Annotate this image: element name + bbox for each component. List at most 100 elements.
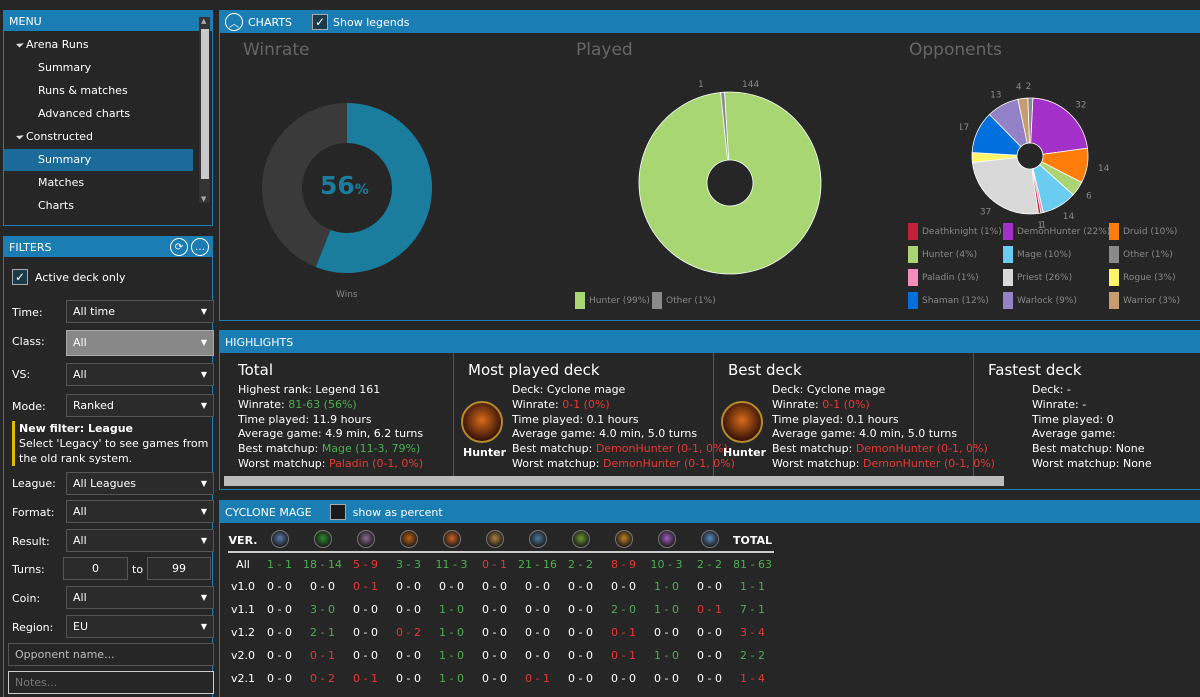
legend-label: Deathknight (1%) [922, 226, 1002, 237]
table-row: v1.1 0 - 0 3 - 0 0 - 0 0 - 0 1 - 0 0 - 0 0 - 0 0… [228, 598, 774, 621]
legend-label: Shaman (12%) [922, 295, 989, 306]
warlock-icon [614, 529, 633, 548]
menu-item[interactable]: Matches [4, 172, 84, 194]
menu-item[interactable]: Summary [4, 57, 91, 79]
most-played-winrate-value: 0-1 (0%) [562, 397, 610, 411]
notes-input[interactable]: Notes... [8, 671, 214, 694]
total-best-matchup: Best matchup: Mage (11-3, 79%) [238, 442, 423, 457]
league-label: League: [12, 477, 56, 490]
highlights-scrollbar[interactable] [224, 476, 1004, 486]
turns-from-input[interactable]: 0 [63, 557, 128, 580]
vs-select[interactable]: All ▼ [66, 363, 214, 386]
active-deck-toggle[interactable]: ✓ Active deck only [12, 269, 125, 285]
mode-select[interactable]: Ranked ▼ [66, 394, 214, 417]
region-select[interactable]: EU ▼ [66, 615, 214, 638]
legend-item: Warrior (3%) [1109, 292, 1180, 309]
priest-icon [485, 529, 504, 548]
coin-select[interactable]: All ▼ [66, 586, 214, 609]
most-played-winrate-label: Winrate: [512, 397, 563, 411]
total-best-value: Mage (11-3, 79%) [321, 442, 421, 456]
version-cell: v1.2 [230, 626, 255, 639]
format-value: All [73, 505, 87, 518]
chevron-down-icon: ▼ [200, 507, 207, 516]
matchup-cell: 0 - 0 [697, 626, 722, 639]
class-select[interactable]: All ▼ [66, 330, 214, 356]
menu-item[interactable]: Runs & matches [4, 80, 128, 102]
league-select[interactable]: All Leagues ▼ [66, 472, 214, 495]
turns-to-label: to [132, 563, 144, 576]
active-deck-checkbox[interactable]: ✓ [12, 269, 28, 285]
most-played-worst: Worst matchup: DemonHunter (0-1, 0%) [512, 457, 735, 472]
collapse-icon[interactable]: ︿ [225, 13, 243, 31]
matchup-cell: 3 - 4 [740, 626, 765, 639]
most-played-deck: Deck: Cyclone mage [512, 383, 626, 396]
opponent-name-input[interactable]: Opponent name... [8, 643, 214, 666]
winrate-unit: % [354, 182, 369, 198]
filters-header: FILTERS ⟳ … [4, 237, 212, 257]
matchup-cell: 18 - 14 [303, 557, 342, 571]
menu-item[interactable]: Charts [4, 195, 74, 217]
pie-value-label: 144 [742, 80, 759, 90]
league-value: All Leagues [73, 477, 137, 490]
show-legends-label: Show legends [333, 15, 410, 29]
region-value: EU [73, 620, 89, 633]
menu-panel: MENU Arena Runs Summary Runs & matches Adva… [3, 10, 213, 226]
menu-item[interactable]: Arena Runs [4, 34, 89, 56]
legend-swatch [908, 269, 918, 286]
legend-swatch [1109, 269, 1119, 286]
format-select[interactable]: All ▼ [66, 500, 214, 523]
menu-item-label: Arena Runs [26, 38, 89, 51]
highlights-panel: HIGHLIGHTS Total Highest rank: Legend 16… [219, 330, 1200, 490]
legend-swatch [908, 223, 918, 240]
menu-scrollbar[interactable]: ▲ ▼ [199, 17, 210, 203]
charts-panel: ︿ CHARTS ✓ Show legends Winrate Played O… [219, 10, 1200, 321]
show-legends-checkbox[interactable]: ✓ [312, 14, 329, 30]
chevron-down-icon: ▼ [200, 593, 207, 602]
expand-arrow-icon[interactable] [16, 131, 24, 140]
divider [973, 353, 974, 481]
menu-item-label: Advanced charts [38, 107, 131, 120]
scroll-up-icon[interactable]: ▲ [201, 17, 206, 25]
scroll-down-icon[interactable]: ▼ [201, 195, 206, 203]
more-options-icon[interactable]: … [191, 238, 209, 256]
best-deck-worst-value: DemonHunter (0-1, 0%) [862, 456, 995, 470]
coin-value: All [73, 591, 87, 604]
legend-swatch [1003, 269, 1013, 286]
turns-to-input[interactable]: 99 [147, 557, 211, 580]
fastest-deck-average: Average game: [1032, 427, 1116, 441]
show-as-percent-checkbox[interactable] [329, 504, 346, 520]
result-select[interactable]: All ▼ [66, 529, 214, 552]
menu-scrollbar-thumb[interactable] [201, 29, 209, 179]
matchup-cell: 0 - 1 [482, 557, 507, 571]
active-deck-label: Active deck only [35, 270, 126, 284]
menu-item-label: Matches [38, 176, 85, 189]
matchup-cell: 0 - 2 [396, 626, 421, 639]
class-column-header [387, 529, 430, 552]
deathknight-icon [700, 529, 719, 548]
most-played-winrate: Winrate: 0-1 (0%) [512, 398, 735, 413]
total-worst-matchup: Worst matchup: Paladin (0-1, 0%) [238, 457, 423, 472]
legend-label: Hunter (4%) [922, 249, 978, 260]
expand-arrow-icon[interactable] [16, 39, 24, 48]
menu-item[interactable]: Advanced charts [4, 103, 130, 125]
result-label: Result: [12, 535, 50, 548]
version-cell: v1.1 [230, 603, 255, 616]
class-column-header [301, 529, 344, 552]
matchup-cell: 0 - 0 [267, 626, 292, 639]
menu-item[interactable]: Constructed [4, 126, 93, 148]
time-select[interactable]: All time ▼ [66, 300, 214, 323]
class-column-header [688, 529, 731, 552]
highlights-scrollbar-thumb[interactable] [224, 476, 1004, 486]
matchup-cell: 1 - 0 [439, 626, 464, 639]
menu-item[interactable]: Summary [4, 149, 193, 171]
divider [453, 353, 454, 481]
legend-item: Other (1%) [1109, 246, 1173, 263]
legend-item: Druid (10%) [1109, 223, 1177, 240]
matchup-cell: 0 - 1 [611, 626, 636, 639]
menu-title: MENU [9, 14, 42, 28]
refresh-icon[interactable]: ⟳ [170, 238, 188, 256]
legend-item: Mage (10%) [1003, 246, 1071, 263]
pie-value-label: 14 [1098, 164, 1110, 174]
matchup-cell: 81 - 63 [733, 557, 772, 571]
best-deck-card: Best deck Hunter Deck: Cyclone mage Winr… [720, 353, 995, 479]
